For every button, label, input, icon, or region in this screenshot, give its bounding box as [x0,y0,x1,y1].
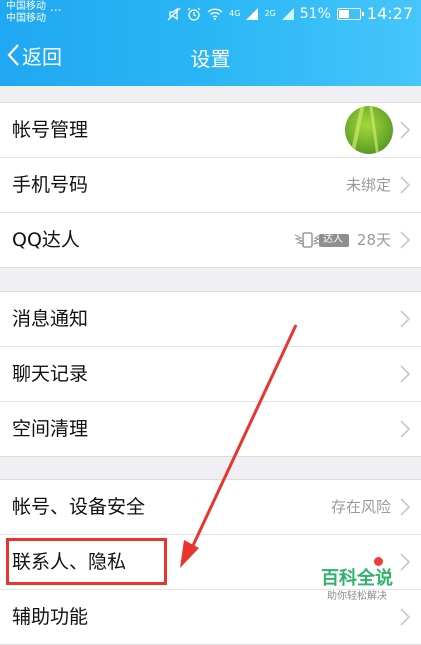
watermark: 百科全说 助你轻松解决 [303,568,411,604]
watermark-main: 百科全说 [321,568,393,589]
watermark-sub: 助你轻松解决 [327,591,387,602]
annotation-arrow-icon [180,324,298,568]
